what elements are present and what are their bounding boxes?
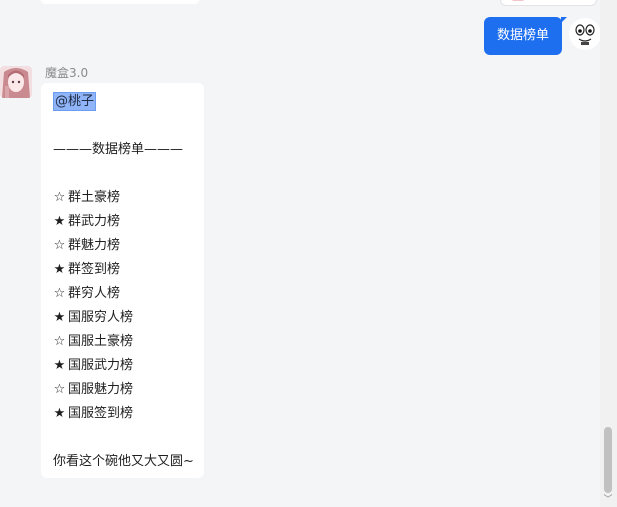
- star-icon: ★: [53, 262, 66, 277]
- bot-avatar[interactable]: [0, 66, 32, 98]
- list-item-label: 国服签到榜: [68, 406, 134, 421]
- message-footer-text: 你看这个碗他又大又圆~: [53, 454, 194, 469]
- list-item-label: 群土豪榜: [68, 190, 121, 205]
- list-item: ☆ 群魅力榜: [53, 238, 120, 254]
- star-icon: ★: [53, 310, 66, 325]
- star-icon: ★: [53, 406, 66, 421]
- star-icon: ★: [53, 214, 66, 229]
- scrollbar-thumb[interactable]: [604, 427, 612, 493]
- sender-name: 魔盒3.0: [45, 66, 89, 80]
- star-icon: ☆: [53, 382, 66, 397]
- list-item: ☆ 国服魅力榜: [53, 382, 133, 398]
- star-icon: ☆: [53, 190, 66, 205]
- previous-image-message[interactable]: [500, 0, 597, 6]
- star-icon: ★: [53, 358, 66, 373]
- leaderboard-header: ———数据榜单———: [53, 142, 184, 157]
- list-item-label: 国服武力榜: [68, 358, 134, 373]
- self-avatar[interactable]: [569, 18, 601, 50]
- list-item-label: 群魅力榜: [68, 238, 121, 253]
- list-item-label: 国服穷人榜: [68, 310, 134, 325]
- list-item: ★ 国服签到榜: [53, 406, 133, 422]
- chevron-down-icon[interactable]: ﹀: [603, 495, 613, 505]
- list-item: ★ 群签到榜: [53, 262, 120, 278]
- outgoing-message-text: 数据榜单: [496, 28, 549, 43]
- vertical-scrollbar[interactable]: ﹀: [600, 0, 617, 507]
- list-item: ★ 国服武力榜: [53, 358, 133, 374]
- list-item-label: 群签到榜: [68, 262, 121, 277]
- chat-message-area: 数据榜单 魔盒3.0 @桃子 ———数据榜单——— ☆ 群土豪榜 ★ 群武力榜 …: [0, 0, 601, 507]
- list-item-label: 国服土豪榜: [68, 334, 134, 349]
- list-item: ☆ 国服土豪榜: [53, 334, 133, 350]
- previous-message-bubble: [40, 0, 200, 4]
- list-item: ★ 国服穷人榜: [53, 310, 133, 326]
- star-icon: ☆: [53, 286, 66, 301]
- outgoing-message-bubble[interactable]: 数据榜单: [484, 17, 567, 55]
- star-icon: ☆: [53, 334, 66, 349]
- list-item-label: 群武力榜: [68, 214, 121, 229]
- incoming-message-bubble[interactable]: @桃子 ———数据榜单——— ☆ 群土豪榜 ★ 群武力榜 ☆ 群魅力榜 ★ 群签到榜 ☆…: [41, 83, 204, 478]
- mention-tag[interactable]: @桃子: [53, 92, 97, 111]
- star-icon: ☆: [53, 238, 66, 253]
- list-item: ★ 群武力榜: [53, 214, 120, 230]
- list-item-label: 群穷人榜: [68, 286, 121, 301]
- list-item: ☆ 群穷人榜: [53, 286, 120, 302]
- list-item: ☆ 群土豪榜: [53, 190, 120, 206]
- list-item-label: 国服魅力榜: [68, 382, 134, 397]
